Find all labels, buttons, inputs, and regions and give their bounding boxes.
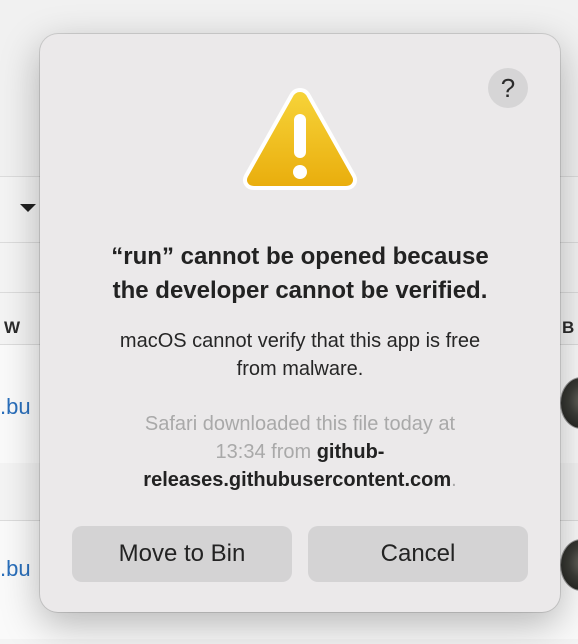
source-domain-part-2: releases.githubusercontent.com [143,469,452,491]
dialog-title: “run” cannot be opened because the devel… [60,240,540,308]
cancel-button[interactable]: Cancel [308,526,528,582]
file-link[interactable]: .bu [0,394,31,420]
file-link[interactable]: .bu [0,556,31,582]
move-to-bin-button[interactable]: Move to Bin [72,526,292,582]
dialog-title-line-1: “run” cannot be opened because [111,243,489,270]
dialog-message: macOS cannot verify that this app is fre… [70,327,530,383]
source-domain-part-1: github- [316,441,385,463]
column-header-left: W [4,318,21,337]
dialog-message-line-1: macOS cannot verify that this app is fre… [119,330,481,352]
column-header-right: B [562,318,575,337]
download-source-info: Safari downloaded this file today at 13:… [70,410,530,494]
source-time: 13:34 from [215,441,312,463]
gatekeeper-alert-dialog: ? “run” cannot be opened because the dev… [40,34,560,612]
dialog-message-line-2: from malware. [236,358,364,380]
dropdown-arrow-icon[interactable] [20,204,36,212]
source-line-1: Safari downloaded this file today at [144,413,456,435]
dialog-title-line-2: the developer cannot be verified. [112,277,488,304]
help-button[interactable]: ? [488,68,528,108]
source-end: . [451,469,457,491]
warning-icon [243,88,357,190]
